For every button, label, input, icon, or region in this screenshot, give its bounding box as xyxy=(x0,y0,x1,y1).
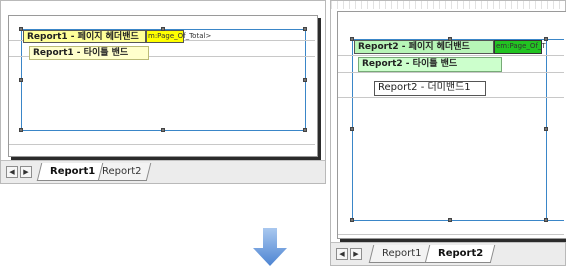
resize-handle[interactable] xyxy=(19,128,23,132)
tab-report1[interactable]: Report1 xyxy=(368,245,434,263)
top-ruler xyxy=(331,1,565,9)
page-header-band[interactable]: Report2 - 페이지 헤더밴드 xyxy=(354,40,494,54)
tab-label: Report2 xyxy=(438,248,484,259)
resize-handle[interactable] xyxy=(303,128,307,132)
report-page: Report2 - 페이지 헤더밴드 em:Page_Of_T Report2 … xyxy=(337,11,566,239)
band-separator xyxy=(338,55,564,56)
resize-handle[interactable] xyxy=(350,37,354,41)
tab-label: Report1 xyxy=(382,248,422,259)
prev-tab-button[interactable]: ◀ xyxy=(336,248,348,260)
report1-designer-panel: Report1 - 페이지 헤더밴드 m:Page_Of_Total> Repo… xyxy=(0,0,326,184)
band-separator xyxy=(338,97,564,98)
resize-handle[interactable] xyxy=(303,78,307,82)
resize-handle[interactable] xyxy=(448,218,452,222)
tab-label: Report1 xyxy=(50,166,96,177)
report-tab-bar: ◀ ▶ Report1 Report2 xyxy=(1,160,325,183)
resize-handle[interactable] xyxy=(544,218,548,222)
next-tab-button[interactable]: ▶ xyxy=(20,166,32,178)
resize-handle[interactable] xyxy=(544,37,548,41)
resize-handle[interactable] xyxy=(350,127,354,131)
resize-handle[interactable] xyxy=(161,128,165,132)
design-canvas: Report1 - 페이지 헤더밴드 m:Page_Of_Total> Repo… xyxy=(1,1,325,163)
resize-handle[interactable] xyxy=(350,218,354,222)
resize-handle[interactable] xyxy=(448,37,452,41)
resize-handle[interactable] xyxy=(19,78,23,82)
page-of-total-field[interactable]: m:Page_Of_Total> xyxy=(146,30,211,43)
tab-label: Report2 xyxy=(102,166,142,177)
down-arrow-icon xyxy=(253,228,287,266)
page-header-band[interactable]: Report1 - 페이지 헤더밴드 xyxy=(23,30,146,43)
next-tab-button[interactable]: ▶ xyxy=(350,248,362,260)
title-band[interactable]: Report1 - 타이틀 밴드 xyxy=(29,46,149,60)
page-of-total-field[interactable]: em:Page_Of_T xyxy=(494,40,546,54)
resize-handle[interactable] xyxy=(19,27,23,31)
report-tab-bar: ◀ ▶ Report1 Report2 xyxy=(331,242,565,265)
title-band[interactable]: Report2 - 타이틀 밴드 xyxy=(358,57,502,72)
resize-handle[interactable] xyxy=(544,127,548,131)
dummy-band[interactable]: Report2 - 더미밴드1 xyxy=(374,81,486,96)
design-canvas: Report2 - 페이지 헤더밴드 em:Page_Of_T Report2 … xyxy=(331,1,566,243)
band-separator xyxy=(338,234,564,235)
resize-handle[interactable] xyxy=(161,27,165,31)
margin-guide-bottom xyxy=(352,220,564,221)
band-separator xyxy=(9,144,315,145)
tab-report2[interactable]: Report2 xyxy=(424,245,496,263)
prev-tab-button[interactable]: ◀ xyxy=(6,166,18,178)
band-separator xyxy=(338,72,564,73)
report2-designer-panel: Report2 - 페이지 헤더밴드 em:Page_Of_T Report2 … xyxy=(330,0,566,266)
tab-report1[interactable]: Report1 xyxy=(36,163,104,181)
resize-handle[interactable] xyxy=(303,27,307,31)
report-page: Report1 - 페이지 헤더밴드 m:Page_Of_Total> Repo… xyxy=(8,15,318,157)
